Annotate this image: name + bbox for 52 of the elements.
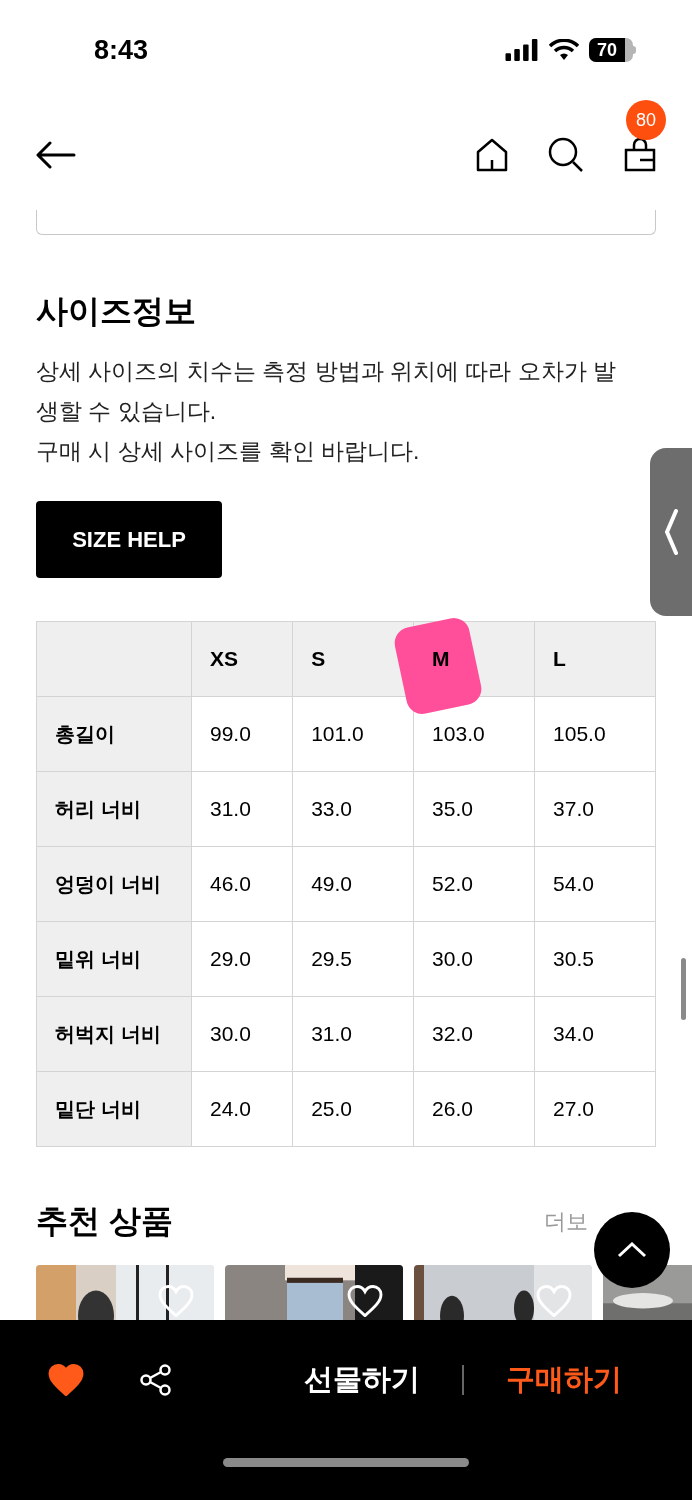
table-cell: 30.0 <box>191 996 293 1072</box>
table-cell: 30.0 <box>413 921 535 997</box>
gift-button[interactable]: 선물하기 <box>304 1358 420 1402</box>
table-cell: 27.0 <box>534 1071 656 1147</box>
table-row-label: 총길이 <box>36 696 192 772</box>
back-arrow-icon[interactable] <box>36 141 76 169</box>
table-cell: 54.0 <box>534 846 656 922</box>
chevron-up-icon <box>617 1242 647 1258</box>
table-cell: 34.0 <box>534 996 656 1072</box>
heart-icon[interactable] <box>48 1364 84 1396</box>
signal-icon <box>505 39 539 61</box>
table-header-cell: XS <box>191 621 293 697</box>
section-title: 사이즈정보 <box>36 292 197 331</box>
table-cell: 32.0 <box>413 996 535 1072</box>
description-text: 상세 사이즈의 치수는 측정 방법과 위치에 따라 오차가 발생할 수 있습니다. <box>36 357 618 426</box>
battery-indicator: 70 <box>589 38 636 62</box>
search-icon[interactable] <box>548 137 584 173</box>
buy-button[interactable]: 구매하기 <box>506 1358 622 1402</box>
section-title: 추천 상품 <box>36 1202 173 1241</box>
description-text: 구매 시 상세 사이즈를 확인 바랍니다. <box>36 437 421 466</box>
table-cell: 52.0 <box>413 846 535 922</box>
table-cell: 33.0 <box>292 771 414 847</box>
table-row-label: 밑단 너비 <box>36 1071 192 1147</box>
table-row-label: 엉덩이 너비 <box>36 846 192 922</box>
table-cell: 46.0 <box>191 846 293 922</box>
home-icon[interactable] <box>476 138 508 172</box>
table-row-label: 밑위 너비 <box>36 921 192 997</box>
table-cell: 105.0 <box>534 696 656 772</box>
table-cell: 30.5 <box>534 921 656 997</box>
table-row-label: 허벅지 너비 <box>36 996 192 1072</box>
table-cell: 31.0 <box>191 771 293 847</box>
table-cell: 29.0 <box>191 921 293 997</box>
shopping-bag-icon[interactable] <box>624 138 656 172</box>
table-cell: 29.5 <box>292 921 414 997</box>
table-header-cell: L <box>534 621 656 697</box>
table-cell: 49.0 <box>292 846 414 922</box>
table-cell: 35.0 <box>413 771 535 847</box>
table-row-label: 허리 너비 <box>36 771 192 847</box>
table-cell: 31.0 <box>292 996 414 1072</box>
side-panel-tab[interactable] <box>650 448 692 616</box>
wifi-icon <box>549 39 579 61</box>
size-help-button[interactable]: SIZE HELP <box>36 501 222 578</box>
status-time: 8:43 <box>94 33 149 67</box>
scrollbar <box>681 958 686 1020</box>
table-cell: 25.0 <box>292 1071 414 1147</box>
cart-count-badge: 80 <box>626 100 666 140</box>
table-cell: 24.0 <box>191 1071 293 1147</box>
table-cell: 99.0 <box>191 696 293 772</box>
table-cell: 37.0 <box>534 771 656 847</box>
share-icon[interactable] <box>140 1364 172 1396</box>
table-cell: 26.0 <box>413 1071 535 1147</box>
chevron-left-icon <box>664 509 678 555</box>
